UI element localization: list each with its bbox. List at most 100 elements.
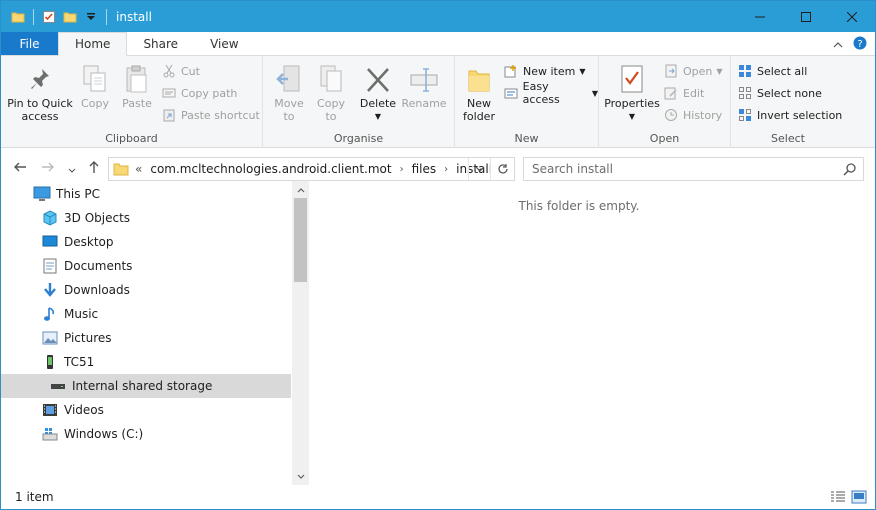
invert-selection-button[interactable]: Invert selection (737, 105, 842, 125)
breadcrumb-overflow[interactable]: « (135, 162, 142, 176)
file-list-pane[interactable]: This folder is empty. (309, 181, 875, 485)
tree-item-desktop[interactable]: Desktop (1, 230, 291, 254)
breadcrumb-chevron-icon[interactable]: › (400, 164, 404, 175)
edit-button[interactable]: Edit (663, 83, 704, 103)
forward-arrow-icon[interactable] (41, 160, 55, 177)
tree-item-videos[interactable]: Videos (1, 398, 291, 422)
paste-icon (124, 62, 150, 94)
search-input[interactable]: Search install (523, 157, 864, 181)
move-to-icon (276, 62, 302, 94)
details-view-icon[interactable] (830, 490, 846, 507)
pin-to-quick-access-button[interactable]: Pin to Quick access (7, 62, 73, 123)
3d-objects-icon (41, 209, 59, 227)
storage-icon (49, 377, 67, 395)
refresh-icon[interactable] (490, 158, 514, 180)
new-group-label: New (514, 132, 539, 145)
new-folder-icon[interactable] (61, 8, 79, 26)
open-button[interactable]: Open ▼ (663, 61, 723, 81)
help-icon[interactable]: ? (853, 36, 867, 53)
tab-home[interactable]: Home (58, 32, 128, 56)
address-bar[interactable]: « com.mcltechnologies.android.client.mot… (108, 157, 515, 181)
recent-locations-chevron-icon[interactable] (68, 163, 76, 177)
edit-icon (663, 85, 679, 101)
desktop-icon (41, 233, 59, 251)
scroll-down-arrow-icon[interactable] (292, 468, 309, 485)
expand-ribbon-icon[interactable] (833, 38, 843, 52)
copy-to-icon (318, 62, 344, 94)
scroll-up-arrow-icon[interactable] (292, 181, 309, 198)
tree-item-3d-objects[interactable]: 3D Objects (1, 206, 291, 230)
tree-item-documents[interactable]: Documents (1, 254, 291, 278)
minimize-button[interactable] (737, 1, 783, 32)
rename-button[interactable]: Rename (401, 62, 447, 110)
new-folder-icon (466, 62, 492, 94)
videos-icon (41, 401, 59, 419)
tree-item-tc51[interactable]: TC51 (1, 350, 291, 374)
tab-view[interactable]: View (194, 32, 254, 55)
svg-text:?: ? (857, 39, 862, 50)
tab-share[interactable]: Share (127, 32, 194, 55)
easy-access-icon (503, 85, 519, 101)
back-arrow-icon[interactable] (13, 160, 27, 177)
breadcrumb: com.mcltechnologies.android.client.mot ›… (150, 162, 492, 176)
tree-item-windows-c[interactable]: Windows (C:) (1, 422, 291, 446)
copy-icon (82, 62, 108, 94)
rename-icon (409, 62, 439, 94)
paste-shortcut-button[interactable]: Paste shortcut (161, 105, 260, 125)
qat-separator (33, 8, 34, 25)
new-item-button[interactable]: New item ▼ (503, 61, 586, 81)
tree-item-music[interactable]: Music (1, 302, 291, 326)
breadcrumb-item[interactable]: files (412, 162, 437, 176)
select-group-label: Select (771, 132, 805, 145)
copy-button[interactable]: Copy (77, 62, 113, 110)
delete-button[interactable]: Delete ▼ (358, 62, 398, 123)
search-icon[interactable] (843, 162, 857, 179)
tree-item-internal-shared-storage[interactable]: Internal shared storage (1, 374, 291, 398)
new-item-icon (503, 63, 519, 79)
folder-icon (113, 161, 129, 177)
large-icons-view-icon[interactable] (851, 490, 867, 507)
content-area: This PC 3D Objects Desktop Documents Dow… (1, 181, 875, 485)
view-toggle (830, 490, 867, 507)
tree-item-downloads[interactable]: Downloads (1, 278, 291, 302)
select-group: Select all Select none Invert selection … (731, 56, 845, 148)
ribbon: Pin to Quick access Copy Paste Cut Copy … (1, 56, 875, 148)
explorer-window: install File Home Share View ? Pin to Qu… (0, 0, 876, 510)
status-bar: 1 item (1, 485, 875, 509)
easy-access-button[interactable]: Easy access ▼ (503, 80, 598, 106)
documents-icon (41, 257, 59, 275)
scissors-icon (161, 63, 177, 79)
select-none-button[interactable]: Select none (737, 83, 822, 103)
maximize-button[interactable] (783, 1, 829, 32)
copy-path-icon (161, 85, 177, 101)
move-to-button[interactable]: Move to (271, 62, 307, 123)
address-dropdown-icon[interactable] (468, 158, 490, 180)
customize-qat-icon[interactable] (82, 8, 100, 26)
window-controls (737, 1, 875, 32)
delete-x-icon (365, 62, 391, 94)
folder-icon[interactable] (9, 8, 27, 26)
scrollbar-thumb[interactable] (294, 198, 307, 282)
tab-file[interactable]: File (1, 32, 58, 55)
select-all-button[interactable]: Select all (737, 61, 807, 81)
invert-selection-icon (737, 107, 753, 123)
open-group: Properties ▼ Open ▼ Edit History Open (599, 56, 731, 148)
properties-check-icon[interactable] (40, 8, 58, 26)
breadcrumb-chevron-icon[interactable]: › (444, 164, 448, 175)
copy-path-button[interactable]: Copy path (161, 83, 237, 103)
paste-button[interactable]: Paste (119, 62, 155, 110)
tree-item-pictures[interactable]: Pictures (1, 326, 291, 350)
new-folder-button[interactable]: New folder (461, 62, 497, 123)
close-button[interactable] (829, 1, 875, 32)
cut-button[interactable]: Cut (161, 61, 200, 81)
organise-group-label: Organise (333, 132, 384, 145)
breadcrumb-item[interactable]: com.mcltechnologies.android.client.mot (150, 162, 391, 176)
nav-pane-scrollbar[interactable] (292, 181, 309, 485)
easy-access-dropdown-arrow: ▼ (591, 88, 598, 98)
copy-to-button[interactable]: Copy to (313, 62, 349, 123)
quick-access-toolbar (1, 8, 110, 26)
history-button[interactable]: History (663, 105, 722, 125)
tree-item-this-pc[interactable]: This PC (1, 182, 291, 206)
up-arrow-icon[interactable] (87, 160, 101, 177)
properties-button[interactable]: Properties ▼ (603, 62, 661, 123)
